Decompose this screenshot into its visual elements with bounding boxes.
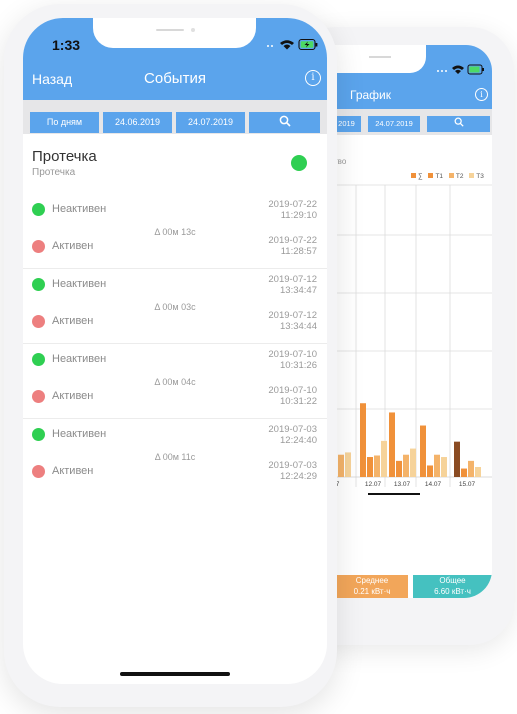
- energy-bar-chart: ..0712.0713.0714.0715.07: [332, 184, 492, 495]
- event-timestamp: 2019-07-03 12:24:40: [268, 424, 317, 446]
- graph-header: График i: [332, 45, 492, 109]
- event-label: Неактивен: [52, 428, 107, 440]
- graph-title: График: [350, 88, 391, 102]
- event-timestamp: 2019-07-12 13:34:44: [268, 310, 317, 332]
- mode-button[interactable]: По дням: [30, 112, 99, 133]
- event-label: Активен: [52, 315, 94, 327]
- active-status-dot: [32, 240, 45, 253]
- bar-t3-13.07: [410, 448, 416, 477]
- event-label: Неактивен: [52, 203, 107, 215]
- date-to-button[interactable]: 24.07.2019: [368, 116, 420, 132]
- front-phone-frame: 1:33 Назад События i По дням 24.06.2019 …: [4, 4, 337, 707]
- x-tick-label: 14.07: [425, 481, 442, 488]
- x-tick-label: 15.07: [459, 481, 476, 488]
- event-group: Неактивен 2019-07-12 13:34:47 Δ 00м 03с А…: [23, 268, 327, 343]
- inactive-status-dot: [32, 428, 45, 441]
- inactive-status-dot: [32, 353, 45, 366]
- graph-notch: [332, 45, 426, 73]
- inactive-status-dot: [32, 203, 45, 216]
- event-label: Неактивен: [52, 353, 107, 365]
- bar-t1-14.07: [427, 465, 433, 477]
- info-icon[interactable]: i: [305, 70, 321, 86]
- status-icons: [267, 38, 318, 50]
- info-icon[interactable]: i: [475, 88, 488, 101]
- total-label: Общее: [439, 576, 466, 585]
- bar-t1-12.07: [367, 457, 373, 477]
- bar-t2-15.07: [468, 460, 474, 477]
- event-timestamp: 2019-07-10 10:31:26: [268, 349, 317, 371]
- bar-t2-14.07: [434, 454, 440, 477]
- bar-sum-13.07: [389, 412, 395, 477]
- event-timestamp: 2019-07-22 11:29:10: [268, 199, 317, 221]
- search-button[interactable]: [427, 116, 490, 132]
- bar-sum-14.07: [420, 425, 426, 477]
- event-label: Неактивен: [52, 278, 107, 290]
- bar-t2-..07: [338, 454, 344, 477]
- filter-bar: По дням 24.06.2019 24.07.2019: [23, 100, 327, 134]
- graph-filter-bar: 2019 24.07.2019: [332, 109, 492, 135]
- sensor-status-indicator: [291, 155, 307, 171]
- event-timestamp: 2019-07-03 12:24:29: [268, 460, 317, 482]
- home-indicator[interactable]: [120, 672, 230, 676]
- active-status-dot: [32, 315, 45, 328]
- total-summary: Общее 6.60 кВт·ч: [413, 575, 492, 598]
- x-tick-label: 12.07: [365, 481, 382, 488]
- events-header: 1:33 Назад События i: [23, 18, 327, 100]
- active-status-dot: [32, 390, 45, 403]
- search-icon: [279, 115, 291, 127]
- event-list: Неактивен 2019-07-22 11:29:10 Δ 00м 13с А…: [23, 194, 327, 493]
- date-from-button[interactable]: 24.06.2019: [103, 112, 172, 133]
- bar-t2-13.07: [403, 454, 409, 477]
- bar-t2-12.07: [374, 455, 380, 477]
- status-time: 1:33: [52, 37, 81, 53]
- page-title: События: [144, 70, 206, 87]
- search-button[interactable]: [249, 112, 320, 133]
- event-label: Активен: [52, 465, 94, 477]
- bar-t1-15.07: [461, 468, 467, 477]
- event-group: Неактивен 2019-07-10 10:31:26 Δ 00м 04с А…: [23, 343, 327, 418]
- date-to-button[interactable]: 24.07.2019: [176, 112, 245, 133]
- bar-sum-15.07: [454, 441, 460, 477]
- total-value: 6.60 кВт·ч: [434, 587, 471, 596]
- average-value: 0.21 кВт·ч: [353, 587, 391, 596]
- event-group: Неактивен 2019-07-22 11:29:10 Δ 00м 13с А…: [23, 194, 327, 268]
- event-group: Неактивен 2019-07-03 12:24:40 Δ 00м 11с А…: [23, 418, 327, 493]
- bar-t1-13.07: [396, 460, 402, 477]
- event-label: Активен: [52, 240, 94, 252]
- events-screen: 1:33 Назад События i По дням 24.06.2019 …: [23, 18, 327, 684]
- average-summary: Среднее 0.21 кВт·ч: [336, 575, 408, 598]
- bar-t3-15.07: [475, 467, 481, 477]
- event-timestamp: 2019-07-22 11:28:57: [268, 235, 317, 257]
- bar-t3-12.07: [381, 440, 387, 477]
- sensor-subtitle: Протечка: [32, 167, 76, 178]
- event-label: Активен: [52, 390, 94, 402]
- bar-t3-..07: [345, 452, 351, 477]
- bar-sum-12.07: [360, 403, 366, 477]
- search-icon: [454, 117, 464, 127]
- graph-screen: График i 2019 24.07.2019 тво ∑ T1 T2 T3 …: [332, 45, 492, 598]
- bar-t3-14.07: [441, 457, 447, 477]
- event-timestamp: 2019-07-12 13:34:47: [268, 274, 317, 296]
- inactive-status-dot: [32, 278, 45, 291]
- average-label: Среднее: [355, 576, 389, 585]
- x-tick-label: 13.07: [394, 481, 411, 488]
- notch: [93, 18, 256, 48]
- active-status-dot: [32, 465, 45, 478]
- sensor-title: Протечка: [32, 148, 97, 165]
- scroll-indicator: [368, 493, 420, 495]
- status-icons: [437, 64, 484, 75]
- event-timestamp: 2019-07-10 10:31:22: [268, 385, 317, 407]
